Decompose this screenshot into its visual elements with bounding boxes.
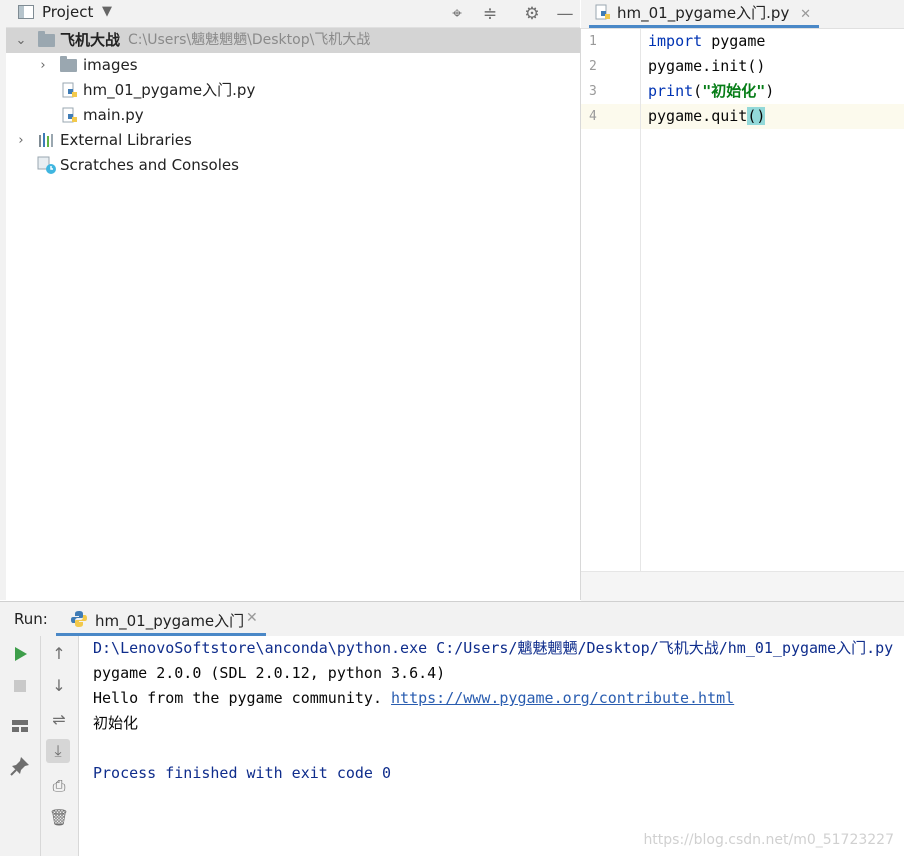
- folder-icon: [38, 31, 55, 47]
- console-exit-line: Process finished with exit code 0: [93, 764, 392, 782]
- tree-item-main[interactable]: main.py: [6, 103, 580, 128]
- chevron-right-icon[interactable]: ›: [14, 128, 28, 153]
- soft-wrap-icon[interactable]: ⇌: [47, 708, 71, 732]
- collapse-all-icon[interactable]: ≑: [479, 3, 501, 25]
- run-panel-header: Run: hm_01_pygame入门 ✕: [0, 601, 904, 637]
- console-line: 初始化: [93, 714, 139, 732]
- locate-icon[interactable]: ⌖: [446, 3, 468, 25]
- code-line[interactable]: import pygame: [648, 29, 765, 54]
- tree-item-label: External Libraries: [60, 131, 192, 149]
- python-file-icon: [62, 82, 77, 98]
- editor-tab-hm01[interactable]: hm_01_pygame入门.py ✕: [589, 0, 820, 28]
- line-number: 4: [589, 109, 597, 124]
- arrow-down-icon[interactable]: ↓: [47, 674, 71, 698]
- code-line[interactable]: print("初始化"): [648, 79, 774, 104]
- line-number: 2: [589, 59, 597, 74]
- stop-icon[interactable]: [8, 674, 32, 698]
- tree-item-label: Scratches and Consoles: [60, 156, 239, 174]
- run-console[interactable]: D:\LenovoSoftstore\anconda\python.exe C:…: [79, 636, 904, 856]
- python-icon: [71, 611, 87, 627]
- tree-root-name: 飞机大战: [60, 31, 121, 49]
- close-icon[interactable]: ✕: [246, 610, 258, 626]
- chevron-right-icon[interactable]: ›: [36, 53, 50, 78]
- console-link[interactable]: https://www.pygame.org/contribute.html: [391, 689, 734, 707]
- tree-root-row[interactable]: ⌄ 飞机大战 C:\Users\魑魅魍魉\Desktop\飞机大战: [6, 28, 580, 53]
- tree-item-scratches[interactable]: Scratches and Consoles: [6, 153, 580, 178]
- code-editor[interactable]: import pygame pygame.init() print("初始化")…: [641, 29, 904, 571]
- editor-tab-label: hm_01_pygame入门.py: [617, 4, 790, 22]
- tree-item-label: hm_01_pygame入门.py: [83, 81, 256, 99]
- tree-item-images[interactable]: › images: [6, 53, 580, 78]
- run-icon[interactable]: [8, 642, 32, 666]
- scratches-icon: [37, 156, 56, 174]
- tree-item-external-libraries[interactable]: › External Libraries: [6, 128, 580, 153]
- chevron-down-icon[interactable]: ⌄: [14, 28, 28, 53]
- watermark: https://blog.csdn.net/m0_51723227: [643, 832, 894, 848]
- line-number: 3: [589, 84, 597, 99]
- run-tab-hm01[interactable]: hm_01_pygame入门 ✕: [56, 602, 266, 636]
- editor-status-strip: [581, 571, 904, 602]
- project-panel-header: Project ▼ ⌖ ≑ ⚙ —: [6, 0, 580, 28]
- tree-root-path: C:\Users\魑魅魍魉\Desktop\飞机大战: [128, 32, 371, 48]
- folder-icon: [60, 56, 77, 72]
- hide-panel-icon[interactable]: —: [554, 3, 576, 25]
- console-line: D:\LenovoSoftstore\anconda\python.exe C:…: [93, 639, 894, 657]
- print-icon[interactable]: ⎙: [47, 774, 71, 798]
- project-panel-title[interactable]: Project: [42, 3, 93, 21]
- trash-icon[interactable]: 🗑: [47, 806, 71, 830]
- arrow-up-icon[interactable]: ↑: [47, 642, 71, 666]
- gear-icon[interactable]: ⚙: [521, 3, 543, 25]
- tree-item-label: images: [83, 56, 138, 74]
- editor-gutter: 1 2 3 4: [581, 29, 641, 571]
- run-toolbar-secondary: ↑ ↓ ⇌ ⤓ ⎙ 🗑: [41, 636, 79, 856]
- console-line: pygame 2.0.0 (SDL 2.0.12, python 3.6.4): [93, 664, 446, 682]
- close-icon[interactable]: ✕: [800, 7, 811, 22]
- run-toolbar-primary: [0, 636, 41, 856]
- pin-icon[interactable]: [8, 754, 32, 778]
- python-file-icon: [62, 107, 77, 123]
- library-icon: [39, 133, 53, 147]
- run-panel-label: Run:: [14, 610, 48, 628]
- code-line[interactable]: pygame.init(): [648, 54, 765, 79]
- tree-item-label: main.py: [83, 106, 144, 124]
- line-number: 1: [589, 34, 597, 49]
- python-file-icon: [595, 4, 610, 20]
- tree-item-hm01[interactable]: hm_01_pygame入门.py: [6, 78, 580, 103]
- code-line[interactable]: pygame.quit(): [648, 104, 766, 129]
- console-line: Hello from the pygame community. https:/…: [93, 689, 735, 707]
- scroll-to-end-icon[interactable]: ⤓: [46, 739, 70, 763]
- run-tab-label: hm_01_pygame入门: [95, 612, 245, 630]
- project-panel-icon: [18, 5, 34, 19]
- layout-icon[interactable]: [8, 714, 32, 738]
- editor-tab-bar: hm_01_pygame入门.py ✕: [581, 0, 904, 29]
- chevron-down-icon[interactable]: ▼: [102, 4, 112, 19]
- project-tree: ⌄ 飞机大战 C:\Users\魑魅魍魉\Desktop\飞机大战 › imag…: [6, 28, 581, 600]
